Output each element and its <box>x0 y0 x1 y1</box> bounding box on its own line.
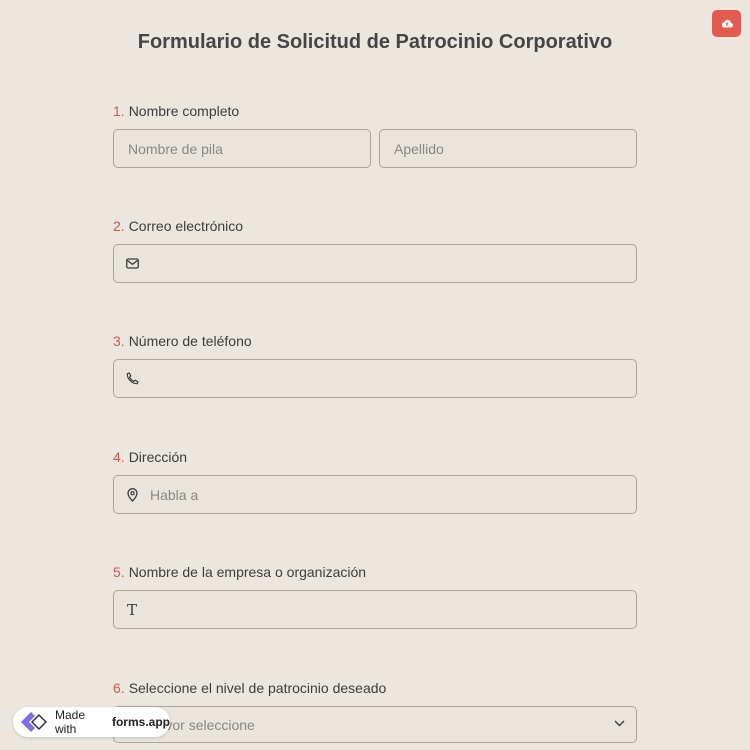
phone-icon <box>124 371 140 387</box>
last-name-placeholder: Apellido <box>394 140 444 157</box>
text-icon: T <box>126 600 137 619</box>
phone-field[interactable] <box>113 359 637 398</box>
question-label: Dirección <box>128 449 188 465</box>
question-label: Correo electrónico <box>128 218 244 234</box>
first-name-placeholder: Nombre de pila <box>128 140 223 157</box>
made-with-badge[interactable]: Made with forms.app <box>13 707 170 737</box>
page-title: Formulario de Solicitud de Patrocinio Co… <box>137 31 613 53</box>
question-label: Seleccione el nivel de patrocinio desead… <box>128 680 387 696</box>
question-full-name: 1. Nombre completo Nombre de pila Apellid… <box>113 102 637 168</box>
question-number: 5. <box>113 564 125 580</box>
forms-app-logo-icon <box>19 710 49 734</box>
email-icon <box>124 256 140 272</box>
question-email: 2. Correo electrónico <box>113 217 637 283</box>
company-field[interactable]: T <box>113 590 637 629</box>
location-pin-icon <box>124 487 140 503</box>
email-field[interactable] <box>113 244 637 283</box>
address-field[interactable]: Habla a <box>113 475 637 514</box>
sponsorship-level-select[interactable]: Por favor seleccione <box>113 706 637 743</box>
question-number: 2. <box>113 218 125 234</box>
badge-prefix: Made with <box>55 708 86 736</box>
question-number: 4. <box>113 449 125 465</box>
question-company: 5. Nombre de la empresa o organización T <box>113 563 637 629</box>
question-number: 3. <box>113 333 125 349</box>
badge-brand: forms.app <box>111 715 170 729</box>
question-number: 1. <box>113 103 125 119</box>
question-label: Nombre completo <box>128 103 240 119</box>
question-sponsorship-level: 6. Seleccione el nivel de patrocinio dese… <box>113 679 637 743</box>
question-phone: 3. Número de teléfono <box>113 332 637 398</box>
first-name-input[interactable]: Nombre de pila <box>113 129 371 168</box>
chevron-down-icon <box>614 720 625 727</box>
last-name-input[interactable]: Apellido <box>379 129 637 168</box>
cloud-upload-icon <box>721 15 733 33</box>
address-placeholder: Habla a <box>150 486 199 503</box>
question-label: Nombre de la empresa o organización <box>128 564 367 580</box>
question-address: 4. Dirección Habla a <box>113 448 637 514</box>
question-number: 6. <box>113 680 125 696</box>
question-label: Número de teléfono <box>128 333 252 349</box>
